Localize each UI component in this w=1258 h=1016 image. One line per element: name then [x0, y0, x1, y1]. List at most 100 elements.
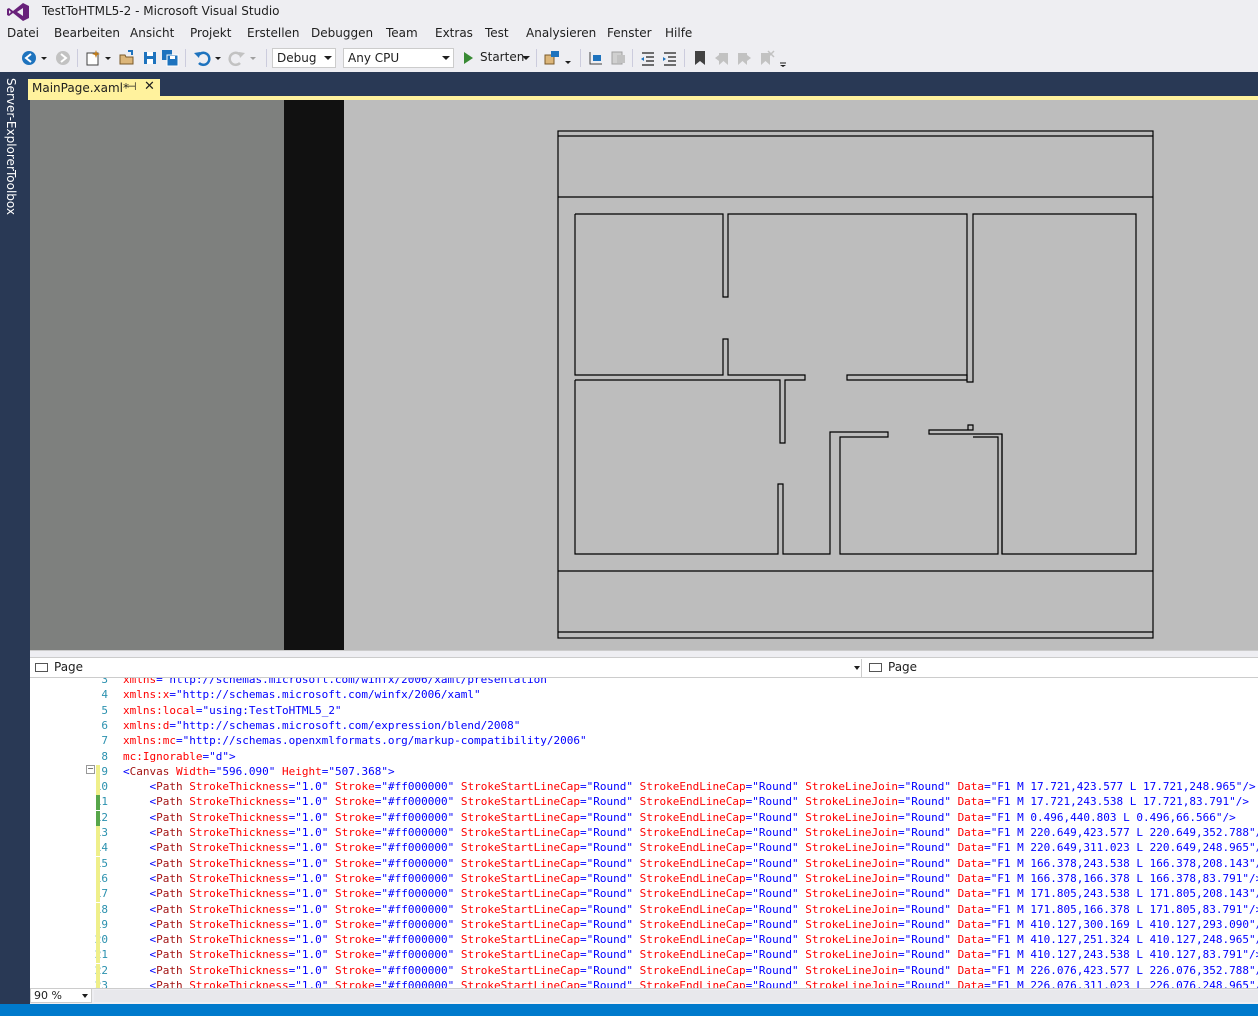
- change-marker: [96, 871, 100, 887]
- menu-extras[interactable]: Extras: [435, 26, 473, 40]
- code-line[interactable]: <Path StrokeThickness="1.0" Stroke="#ff0…: [123, 964, 1258, 977]
- toolbar-overflow-icon[interactable]: [778, 49, 788, 67]
- code-line[interactable]: xmlns:mc="http://schemas.openxmlformats.…: [123, 734, 587, 747]
- close-tab-icon[interactable]: ✕: [144, 79, 155, 94]
- change-marker: [96, 810, 100, 826]
- toolbar-separator: [580, 49, 581, 67]
- code-line[interactable]: <Path StrokeThickness="1.0" Stroke="#ff0…: [123, 872, 1258, 885]
- code-line[interactable]: <Canvas Width="596.090" Height="507.368"…: [123, 765, 395, 778]
- menu-erstellen[interactable]: Erstellen: [247, 26, 300, 40]
- code-line[interactable]: <Path StrokeThickness="1.0" Stroke="#ff0…: [123, 979, 1258, 988]
- zoom-level-select[interactable]: 90 %: [30, 988, 92, 1003]
- change-marker: [96, 856, 100, 872]
- menu-test[interactable]: Test: [485, 26, 509, 40]
- redo-dropdown-icon: [250, 57, 256, 60]
- chevron-down-icon: [854, 666, 860, 670]
- server-explorer-tab[interactable]: Server-Explorer: [4, 78, 18, 171]
- previous-bookmark-icon: [715, 53, 728, 65]
- pin-tab-icon[interactable]: ⊣: [127, 80, 137, 93]
- save-all-icon[interactable]: [161, 49, 179, 67]
- code-line[interactable]: <Path StrokeThickness="1.0" Stroke="#ff0…: [123, 795, 1249, 808]
- change-marker: [96, 887, 100, 903]
- code-line[interactable]: <Path StrokeThickness="1.0" Stroke="#ff0…: [123, 933, 1258, 946]
- open-file-icon[interactable]: [118, 49, 136, 67]
- new-dropdown-icon[interactable]: [103, 49, 113, 67]
- chevron-down-icon: [82, 994, 88, 998]
- tab-label: MainPage.xaml*: [32, 81, 129, 95]
- back-dropdown-icon[interactable]: [39, 49, 49, 67]
- menu-analysieren[interactable]: Analysieren: [526, 26, 596, 40]
- code-line[interactable]: <Path StrokeThickness="1.0" Stroke="#ff0…: [123, 857, 1258, 870]
- menu-debuggen[interactable]: Debuggen: [311, 26, 373, 40]
- code-line[interactable]: xmlns:x="http://schemas.microsoft.com/wi…: [123, 688, 481, 701]
- code-line[interactable]: <Path StrokeThickness="1.0" Stroke="#ff0…: [123, 918, 1258, 931]
- code-line[interactable]: <Path StrokeThickness="1.0" Stroke="#ff0…: [123, 887, 1258, 900]
- menu-datei[interactable]: Datei: [7, 26, 39, 40]
- code-line[interactable]: mc:Ignorable="d">: [123, 750, 236, 763]
- change-marker: [96, 963, 100, 979]
- change-marker: [96, 902, 100, 918]
- solution-explorer-icon[interactable]: [587, 49, 605, 67]
- collapse-region-icon[interactable]: −: [86, 765, 95, 774]
- menu-projekt[interactable]: Projekt: [190, 26, 231, 40]
- code-line[interactable]: <Path StrokeThickness="1.0" Stroke="#ff0…: [123, 903, 1258, 916]
- code-line[interactable]: <Path StrokeThickness="1.0" Stroke="#ff0…: [123, 948, 1258, 961]
- designer-code-splitter[interactable]: [30, 650, 1258, 658]
- toolbox-tab[interactable]: Toolbox: [4, 170, 18, 215]
- title-bar: TestToHTML5-2 - Microsoft Visual Studio: [0, 0, 1258, 24]
- window-title: TestToHTML5-2 - Microsoft Visual Studio: [42, 4, 280, 18]
- code-line[interactable]: xmlns:local="using:TestToHTML5_2": [123, 704, 342, 717]
- code-line[interactable]: <Path StrokeThickness="1.0" Stroke="#ff0…: [123, 811, 1236, 824]
- menu-team[interactable]: Team: [386, 26, 418, 40]
- menu-hilfe[interactable]: Hilfe: [665, 26, 692, 40]
- line-number: 7: [101, 734, 108, 748]
- find-in-files-icon[interactable]: [543, 49, 561, 67]
- menu-ansicht[interactable]: Ansicht: [130, 26, 174, 40]
- horizontal-scrollbar[interactable]: [94, 990, 1258, 1002]
- status-bar: [0, 1004, 1258, 1016]
- chevron-down-icon: [324, 56, 332, 60]
- xaml-code-editor[interactable]: 3 4 5 6 7 8 9 10 11 12 13 14 15 16 17 18 19 20 21 22 23 xmln…: [30, 678, 1258, 988]
- element-scope-value: Page: [54, 660, 84, 674]
- indent-icon[interactable]: [661, 49, 679, 67]
- change-marker: [96, 764, 100, 780]
- next-bookmark-icon: [738, 53, 751, 65]
- menu-bearbeiten[interactable]: Bearbeiten: [54, 26, 120, 40]
- undo-icon[interactable]: [193, 49, 211, 67]
- toolbar-separator: [536, 49, 537, 67]
- solution-platform-value: Any CPU: [348, 51, 400, 65]
- code-line[interactable]: <Path StrokeThickness="1.0" Stroke="#ff0…: [123, 841, 1258, 854]
- change-marker: [96, 979, 100, 988]
- clear-bookmarks-icon: [761, 50, 775, 65]
- chevron-down-icon[interactable]: [522, 56, 530, 60]
- navigate-forward-icon: [56, 51, 70, 65]
- element-scope-select[interactable]: Page: [32, 659, 862, 677]
- floor-plan-canvas[interactable]: [30, 100, 1258, 650]
- solution-platform-select[interactable]: Any CPU: [343, 48, 454, 68]
- code-line[interactable]: <Path StrokeThickness="1.0" Stroke="#ff0…: [123, 780, 1256, 793]
- save-icon[interactable]: [141, 49, 159, 67]
- member-scope-select[interactable]: Page: [866, 659, 1246, 677]
- outdent-icon[interactable]: [639, 49, 657, 67]
- menu-fenster[interactable]: Fenster: [607, 26, 652, 40]
- solution-configuration-select[interactable]: Debug: [272, 48, 336, 68]
- element-icon: [869, 663, 882, 672]
- new-project-icon[interactable]: [84, 49, 102, 67]
- toolbar-separator: [266, 49, 267, 67]
- line-number: 8: [101, 749, 108, 763]
- code-line[interactable]: xmlns="http://schemas.microsoft.com/winf…: [123, 678, 553, 686]
- xaml-designer-surface[interactable]: [30, 100, 1258, 650]
- element-icon: [35, 663, 48, 672]
- change-marker: [96, 795, 100, 811]
- find-dropdown-icon[interactable]: [563, 49, 573, 67]
- code-navigation-bar: Page Page: [30, 658, 1258, 678]
- bookmark-icon[interactable]: [691, 49, 709, 67]
- navigate-back-icon[interactable]: [20, 49, 38, 67]
- code-line[interactable]: <Path StrokeThickness="1.0" Stroke="#ff0…: [123, 826, 1258, 839]
- code-line[interactable]: xmlns:d="http://schemas.microsoft.com/ex…: [123, 719, 520, 732]
- undo-dropdown-icon[interactable]: [213, 49, 223, 67]
- tab-mainpage-xaml[interactable]: MainPage.xaml* ⊣ ✕: [28, 79, 160, 97]
- member-scope-value: Page: [888, 660, 918, 674]
- standard-toolbar: Debug Any CPU: [0, 44, 1258, 72]
- change-marker: [96, 933, 100, 949]
